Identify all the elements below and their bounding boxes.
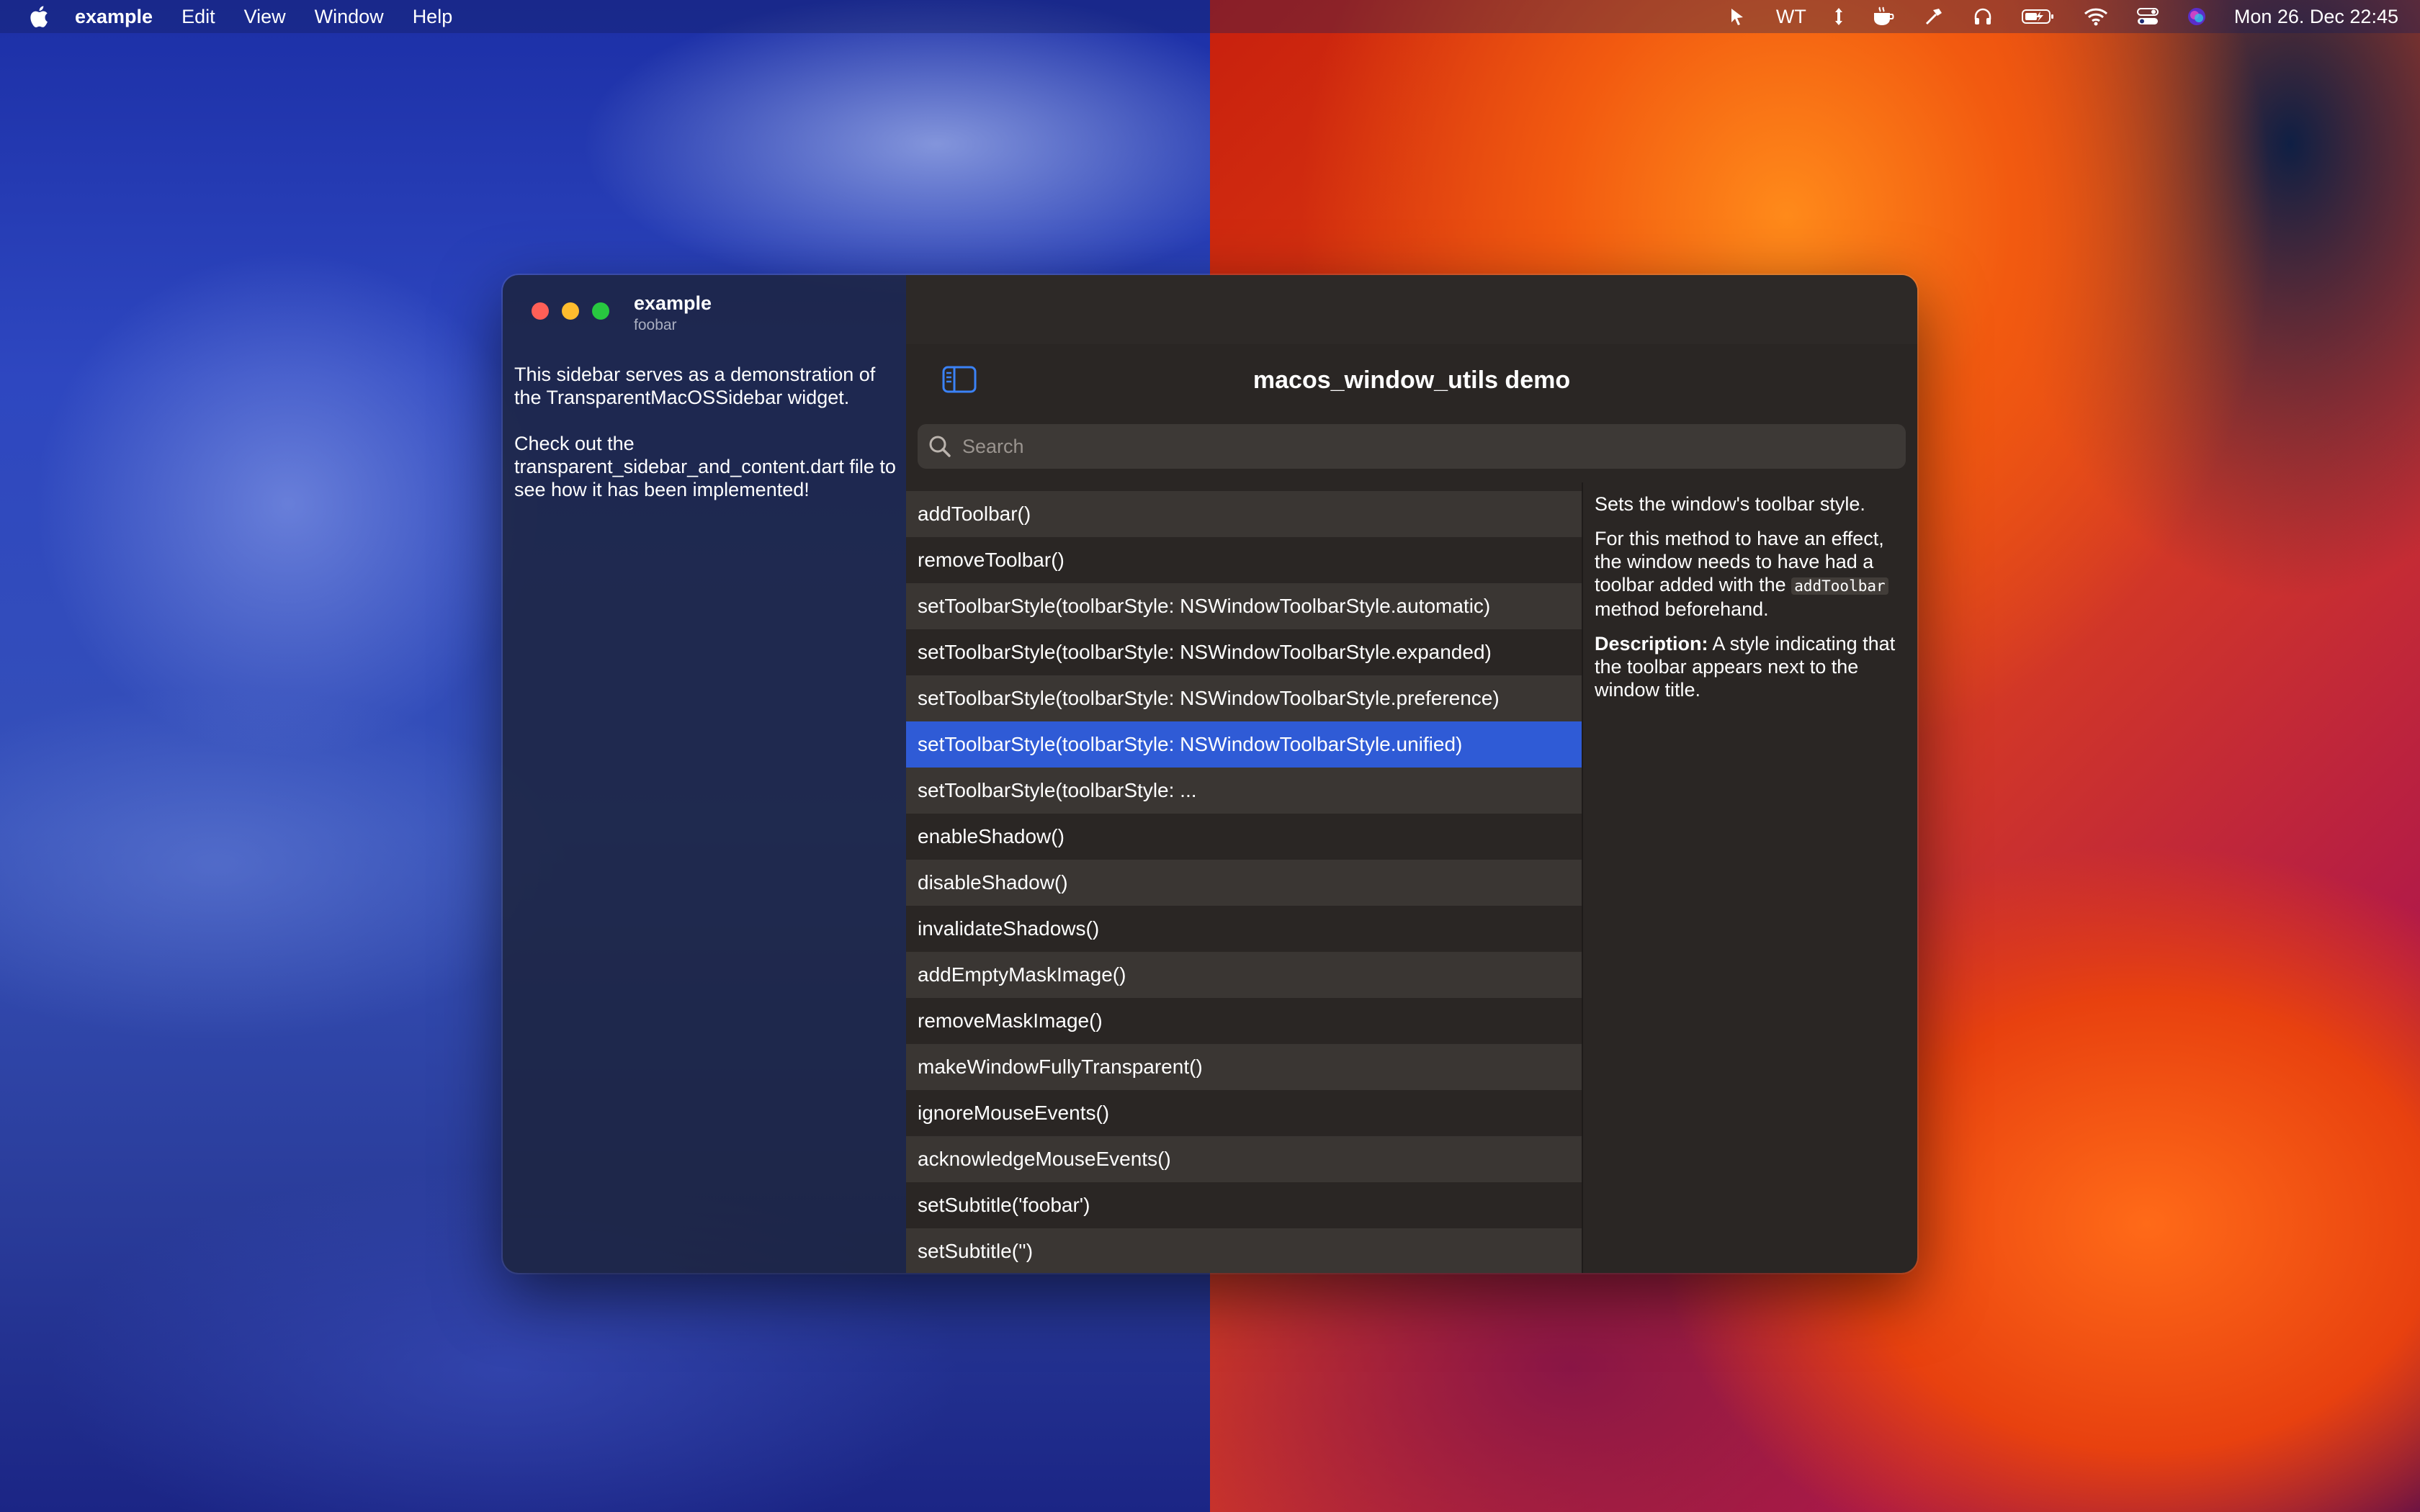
menu-window[interactable]: Window — [315, 6, 384, 28]
details-effect-code: addToolbar — [1791, 577, 1888, 595]
zoom-button[interactable] — [592, 302, 609, 320]
method-list-item[interactable]: setToolbarStyle(toolbarStyle: NSWindowTo… — [906, 629, 1582, 675]
close-button[interactable] — [532, 302, 549, 320]
pointer-icon[interactable] — [1727, 6, 1749, 27]
status-area: WT Mon 26. Dec 22:45 — [1700, 0, 2398, 33]
menu-view[interactable]: View — [244, 6, 286, 28]
apple-icon[interactable] — [27, 4, 49, 29]
search-bar[interactable] — [918, 424, 1906, 469]
main-content: macos_window_utils demo addToolbar()remo… — [906, 275, 1917, 1273]
details-description-label: Description: — [1595, 633, 1708, 654]
battery-icon[interactable] — [2021, 7, 2056, 26]
method-list-item[interactable]: enableShadow() — [906, 814, 1582, 860]
list-divider — [1582, 482, 1583, 1273]
up-down-arrows-icon[interactable] — [1834, 6, 1844, 27]
search-input[interactable] — [961, 434, 1906, 459]
app-window: example foobar This sidebar serves as a … — [503, 275, 1917, 1273]
method-list: addToolbar() removeToolbar() setToolbarSty… — [906, 491, 1582, 1273]
method-list-item[interactable]: invalidateShadows() — [906, 906, 1582, 952]
method-list-item[interactable]: setToolbarStyle(toolbarStyle: NSWindowTo… — [906, 583, 1582, 629]
method-list-item[interactable]: removeToolbar() — [906, 537, 1582, 583]
method-details: Sets the window's toolbar style. For thi… — [1595, 492, 1904, 713]
clock[interactable]: Mon 26. Dec 22:45 — [2234, 6, 2398, 28]
window-title: example — [634, 292, 712, 314]
method-list-item[interactable]: removeMaskImage() — [906, 998, 1582, 1044]
menu-help[interactable]: Help — [413, 6, 453, 28]
window-controls — [532, 302, 622, 320]
wifi-icon[interactable] — [2083, 6, 2109, 27]
hammer-icon[interactable] — [1923, 6, 1945, 27]
method-list-item[interactable]: setSubtitle('foobar') — [906, 1182, 1582, 1228]
details-effect: For this method to have an effect, the w… — [1595, 527, 1904, 621]
window-subtitle: foobar — [634, 317, 677, 333]
method-list-item[interactable]: ignoreMouseEvents() — [906, 1090, 1582, 1136]
method-list-item[interactable]: setToolbarStyle(toolbarStyle: NSWindowTo… — [906, 675, 1582, 721]
method-list-item[interactable]: addEmptyMaskImage() — [906, 952, 1582, 998]
control-center-icon[interactable] — [2136, 6, 2159, 27]
minimize-button[interactable] — [562, 302, 579, 320]
method-list-item[interactable]: setSubtitle('') — [906, 1228, 1582, 1273]
method-list-item[interactable]: setToolbarStyle(toolbarStyle: ... — [906, 768, 1582, 814]
method-list-item[interactable]: addToolbar() — [906, 491, 1582, 537]
method-list-item[interactable]: makeWindowFullyTransparent() — [906, 1044, 1582, 1090]
sidebar: example foobar This sidebar serves as a … — [503, 275, 906, 1273]
input-source-status[interactable]: WT — [1776, 6, 1806, 28]
details-effect-suffix: method beforehand. — [1595, 598, 1769, 620]
headphones-icon[interactable] — [1972, 6, 1994, 27]
method-list-item[interactable]: disableShadow() — [906, 860, 1582, 906]
details-summary: Sets the window's toolbar style. — [1595, 493, 1865, 515]
titlebar-area — [906, 275, 1917, 344]
method-list-item[interactable]: acknowledgeMouseEvents() — [906, 1136, 1582, 1182]
siri-icon[interactable] — [2187, 6, 2207, 27]
menu-edit[interactable]: Edit — [182, 6, 215, 28]
method-list-item[interactable]: setToolbarStyle(toolbarStyle: NSWindowTo… — [906, 721, 1582, 768]
page-title: macos_window_utils demo — [1252, 366, 1571, 394]
sidebar-paragraph-2: Check out the transparent_sidebar_and_co… — [514, 433, 896, 500]
sidebar-description: This sidebar serves as a demonstration o… — [514, 363, 896, 524]
search-icon — [929, 436, 951, 457]
menu-app-name[interactable]: example — [75, 6, 153, 28]
sidebar-paragraph-1: This sidebar serves as a demonstration o… — [514, 364, 876, 408]
menu-bar: example Edit View Window Help WT Mon 26.… — [0, 0, 2420, 33]
details-description: Description: A style indicating that the… — [1595, 632, 1904, 701]
coffee-cup-icon[interactable] — [1871, 6, 1896, 27]
